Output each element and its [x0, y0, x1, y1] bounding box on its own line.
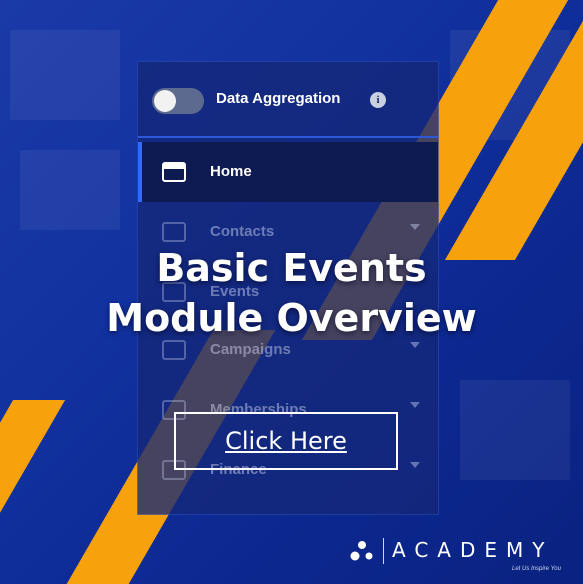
toggle-knob: [154, 90, 176, 112]
campaigns-icon: [162, 340, 186, 360]
menu-item-label: Contacts: [210, 223, 275, 240]
chevron-down-icon: [410, 224, 420, 230]
data-aggregation-toggle[interactable]: [152, 88, 204, 114]
chevron-down-icon: [410, 462, 420, 468]
background-photo-tile: [20, 150, 120, 230]
background-photo-tile: [460, 380, 570, 480]
info-icon[interactable]: i: [370, 92, 386, 108]
menu-header: Data Aggregation i: [138, 62, 438, 138]
background-photo-tile: [10, 30, 120, 120]
headline-line-1: Basic Events: [156, 246, 427, 290]
data-aggregation-label: Data Aggregation: [216, 90, 341, 107]
banner-canvas: Data Aggregation i Home Contacts Events …: [0, 0, 583, 584]
headline: Basic Events Module Overview: [0, 243, 583, 343]
menu-item-label: Campaigns: [210, 341, 291, 358]
brand-name: ACADEMY: [392, 538, 554, 562]
logo-divider: [383, 538, 384, 564]
click-here-button[interactable]: Click Here: [174, 412, 398, 470]
headline-line-2: Module Overview: [106, 296, 477, 340]
menu-item-home[interactable]: Home: [138, 142, 438, 202]
contacts-icon: [162, 222, 186, 242]
accent-stripe: [0, 400, 66, 584]
brand-tagline: Let Us Inspire You: [512, 566, 561, 572]
menu-item-label: Home: [210, 163, 252, 180]
chevron-down-icon: [410, 402, 420, 408]
academy-logo-icon: [350, 541, 373, 561]
home-icon: [162, 162, 186, 182]
